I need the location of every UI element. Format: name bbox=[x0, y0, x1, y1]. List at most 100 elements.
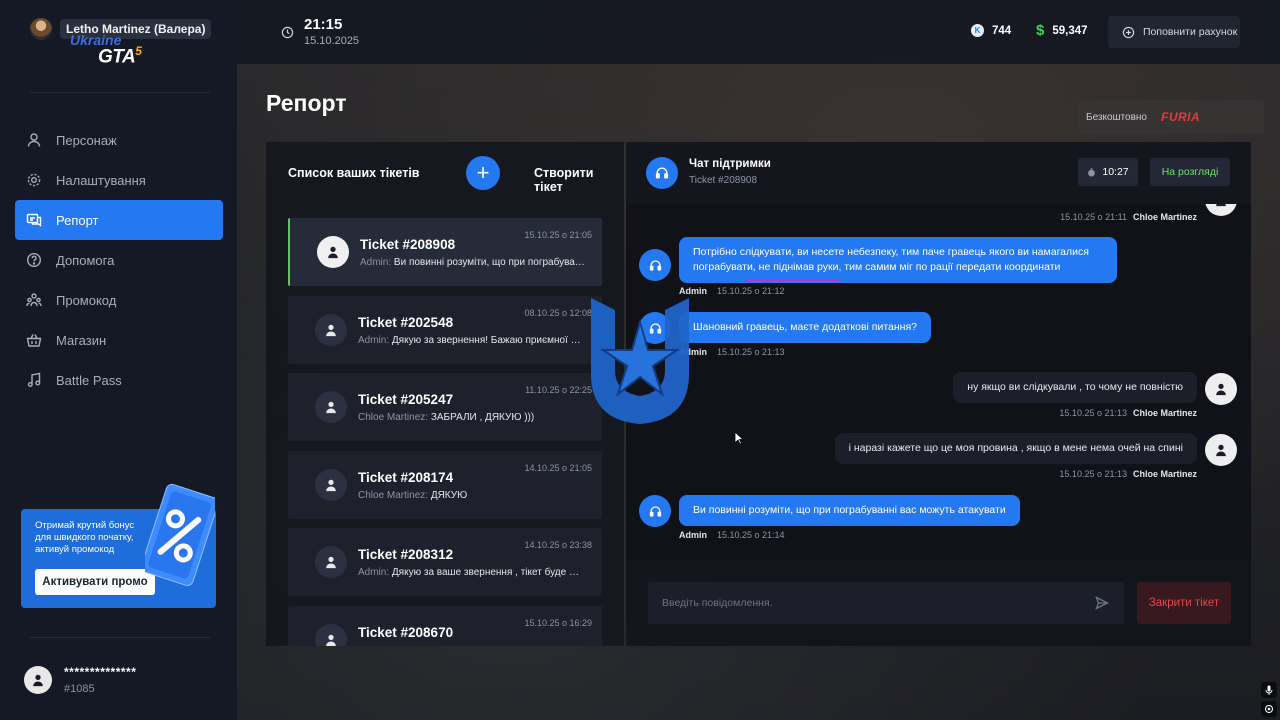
admin-headset-icon bbox=[639, 495, 671, 527]
admin-headset-icon bbox=[639, 249, 671, 281]
admin-message-bubble: Шановний гравець, маєте додаткові питанн… bbox=[679, 312, 931, 343]
ticket-last-message: Chloe Martinez: ДЯКУЮ bbox=[358, 490, 583, 501]
ticket-avatar-icon bbox=[315, 623, 347, 646]
nav-label: Battle Pass bbox=[56, 372, 122, 388]
nav-item-report[interactable]: Репорт bbox=[15, 200, 223, 240]
ticket-time: 15.10.25 о 21:05 bbox=[524, 230, 592, 240]
ticket-time: 14.10.25 о 23:38 bbox=[524, 540, 592, 550]
ticket-avatar-icon bbox=[317, 236, 349, 268]
ticket-author: Admin: bbox=[358, 334, 390, 346]
nav-item-character[interactable]: Персонаж bbox=[15, 120, 223, 160]
ticket-item[interactable]: Ticket #202548 08.10.25 о 12:08 Admin: Д… bbox=[288, 295, 602, 364]
ticket-message: ЗАБРАЛИ , ДЯКУЮ ))) bbox=[430, 412, 535, 423]
nav-label: Персонаж bbox=[56, 132, 117, 148]
message-time: 15.10.25 о 21:13 bbox=[1059, 408, 1127, 418]
ticket-item[interactable]: Ticket #208312 14.10.25 о 23:38 Admin: Д… bbox=[288, 528, 602, 596]
message-author: Chloe Martinez bbox=[1132, 469, 1197, 479]
status-badge: На розгляді bbox=[1150, 158, 1230, 186]
ticket-list-title: Список ваших тікетів bbox=[288, 166, 420, 180]
free-label: Безкоштовно bbox=[1086, 111, 1147, 123]
message-meta: 15.10.25 о 21:11 Chloe Martinez bbox=[1060, 212, 1197, 222]
ticket-item[interactable]: Ticket #208908 15.10.25 о 21:05 Admin: В… bbox=[288, 218, 602, 286]
nav-label: Репорт bbox=[56, 212, 99, 228]
ticket-time: 08.10.25 о 12:08 bbox=[524, 307, 592, 318]
create-ticket-button[interactable]: Створити тікет bbox=[534, 166, 608, 194]
ticket-last-message: Admin: Дякую за ваше звернення , тікет б… bbox=[358, 567, 583, 578]
basket-icon bbox=[26, 332, 42, 348]
send-icon[interactable] bbox=[1094, 595, 1110, 611]
plus-icon: + bbox=[476, 160, 490, 185]
free-offer-badge[interactable]: Безкоштовно FURIA bbox=[1078, 100, 1264, 134]
chat-icon bbox=[26, 212, 42, 228]
plus-circle-icon bbox=[1122, 26, 1135, 38]
ticket-time: 14.10.25 о 21:05 bbox=[524, 462, 592, 473]
nav-label: Магазин bbox=[56, 332, 107, 348]
settings-dot-icon[interactable] bbox=[1261, 701, 1277, 717]
ticket-item[interactable]: Ticket #205247 11.10.25 о 22:25 Chloe Ma… bbox=[288, 373, 602, 441]
user-avatar-icon bbox=[1205, 204, 1237, 216]
ticket-title: Ticket #208174 bbox=[358, 469, 454, 485]
help-icon bbox=[26, 252, 42, 268]
brand-shield-logo bbox=[591, 298, 689, 424]
ticket-item[interactable]: Ticket #208174 14.10.25 о 21:05 Chloe Ma… bbox=[288, 450, 602, 519]
timer-value: 10:27 bbox=[1102, 166, 1129, 178]
ticket-last-message: Chloe Martinez: ЗАБРАЛИ , ДЯКУЮ ))) bbox=[358, 412, 583, 423]
top-bar: 21:15 15.10.2025 K 744 $ 59,347 Поповнит… bbox=[237, 0, 1280, 64]
top-up-button[interactable]: Поповнити рахунок bbox=[1108, 16, 1240, 48]
chat-messages: 15.10.25 о 21:11 Chloe Martinez Потрібно … bbox=[626, 204, 1251, 560]
user-icon bbox=[26, 132, 42, 148]
highlight-underline bbox=[746, 280, 841, 282]
nav-item-battle-pass[interactable]: Battle Pass bbox=[15, 360, 223, 400]
chat-timer: 10:27 bbox=[1078, 158, 1138, 186]
ticket-title: Ticket #208312 bbox=[358, 547, 454, 562]
ticket-author: Chloe Martinez: bbox=[358, 489, 429, 501]
ticket-list: Ticket #208908 15.10.25 о 21:05 Admin: В… bbox=[288, 218, 602, 646]
clock: 21:15 15.10.2025 bbox=[281, 16, 359, 47]
page-title: Репорт bbox=[266, 90, 347, 116]
logo-sup: 5 bbox=[135, 44, 142, 58]
user-profile[interactable]: ************** #1085 bbox=[24, 665, 136, 695]
coins-stat: K 744 bbox=[971, 24, 1011, 37]
coin-icon: K bbox=[971, 24, 984, 37]
timer-icon bbox=[1088, 167, 1096, 176]
game-logo: Ukraine GTA5 bbox=[70, 32, 160, 68]
nav-item-shop[interactable]: Магазин bbox=[15, 320, 223, 360]
nav-item-settings[interactable]: Налаштування bbox=[15, 160, 223, 200]
ticket-author: Chloe Martinez: bbox=[358, 412, 429, 423]
ticket-item[interactable]: Ticket #208670 15.10.25 о 16:29 bbox=[288, 605, 602, 646]
user-avatar-icon bbox=[24, 666, 52, 694]
activate-promo-button[interactable]: Активувати промо bbox=[35, 569, 155, 595]
music-icon bbox=[26, 372, 42, 388]
nav-item-help[interactable]: Допомога bbox=[15, 240, 223, 280]
headset-icon bbox=[646, 157, 678, 189]
close-ticket-button[interactable]: Закрити тікет bbox=[1137, 582, 1231, 624]
admin-message-bubble: Потрібно слідкувати, ви несете небезпеку… bbox=[679, 237, 1117, 283]
current-date: 15.10.2025 bbox=[304, 35, 360, 47]
nav-label: Налаштування bbox=[56, 172, 146, 188]
nav-item-promocode[interactable]: Промокод bbox=[15, 280, 223, 320]
logo-main: GTA bbox=[98, 46, 136, 68]
coins-value: 744 bbox=[992, 24, 1012, 37]
sidebar-nav: Персонаж Налаштування Репорт Допомога Пр… bbox=[15, 120, 223, 400]
message-author: Admin bbox=[679, 530, 707, 540]
promo-card: Отримай крутий бонус для швидкого початк… bbox=[21, 483, 216, 608]
message-input[interactable] bbox=[662, 582, 1082, 624]
create-ticket-plus-button[interactable]: + bbox=[466, 156, 500, 190]
nav-label: Допомога bbox=[56, 252, 115, 268]
current-time: 21:15 bbox=[304, 16, 343, 33]
microphone-icon[interactable] bbox=[1261, 682, 1277, 698]
user-avatar-icon bbox=[1205, 434, 1237, 466]
ticket-time: 11.10.25 о 22:25 bbox=[525, 385, 592, 395]
top-up-label: Поповнити рахунок bbox=[1143, 26, 1238, 38]
ticket-time: 15.10.25 о 16:29 bbox=[524, 617, 592, 628]
message-time: 15.10.25 о 21:11 bbox=[1060, 212, 1127, 222]
ticket-message: Дякую за ваше звернення , тікет буде зак… bbox=[391, 567, 583, 578]
ticket-title: Ticket #202548 bbox=[358, 314, 454, 330]
ticket-list-header: Список ваших тікетів + Створити тікет bbox=[288, 156, 608, 194]
ticket-avatar-icon bbox=[315, 546, 347, 578]
ticket-last-message: Admin: Дякую за звернення! Бажаю приємно… bbox=[358, 335, 583, 346]
message-time: 15.10.25 о 21:12 bbox=[717, 286, 785, 296]
chat-header: Чат підтримки Ticket #208908 10:27 На ро… bbox=[626, 142, 1251, 204]
user-message-bubble: ну якщо ви слідкували , то чому не повні… bbox=[953, 372, 1197, 403]
player-mini-avatar bbox=[30, 18, 52, 40]
